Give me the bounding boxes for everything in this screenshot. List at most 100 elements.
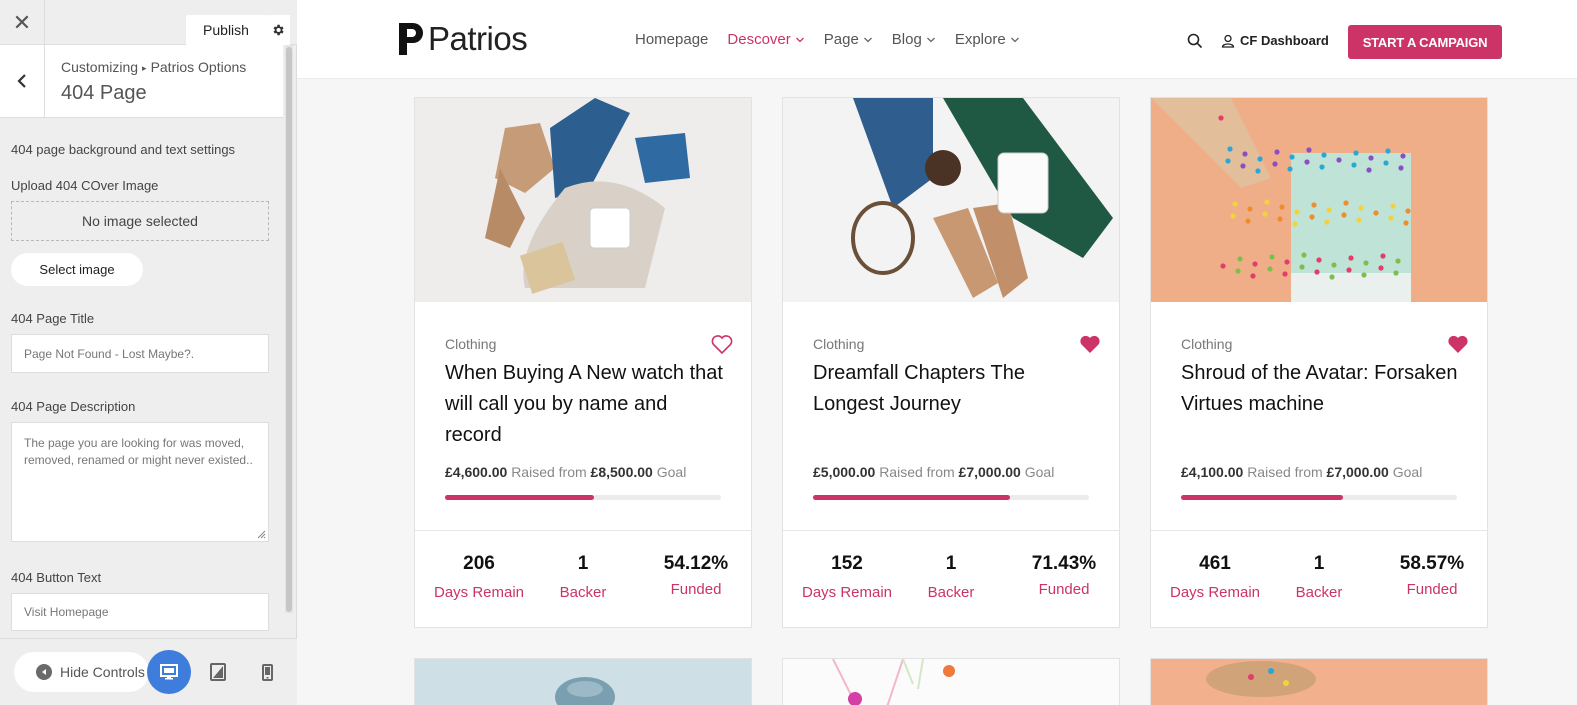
- campaign-image[interactable]: [1151, 98, 1487, 302]
- days-remain-label: Days Remain: [801, 584, 893, 601]
- funding-progress-bar: [445, 495, 721, 500]
- goal-amount: £7,000.00: [958, 464, 1021, 480]
- campaign-card[interactable]: Clothing Dreamfall Chapters The Longest J…: [782, 97, 1120, 628]
- heart-outline-icon[interactable]: [711, 334, 733, 354]
- raised-text: Raised from: [511, 464, 587, 480]
- stat-funded: 58.57% Funded: [1389, 553, 1475, 598]
- goal-amount: £7,000.00: [1326, 464, 1389, 480]
- campaign-category[interactable]: Clothing: [813, 336, 864, 352]
- campaign-image[interactable]: [415, 98, 751, 302]
- page-title-input[interactable]: Page Not Found - Lost Maybe?.: [11, 334, 269, 373]
- cf-dashboard-link[interactable]: CF Dashboard: [1221, 33, 1329, 48]
- preview-tablet-button[interactable]: [206, 660, 230, 684]
- card-divider: [415, 530, 751, 531]
- backers-value: 1: [945, 553, 957, 574]
- section-title: 404 Page: [61, 82, 147, 104]
- campaign-category[interactable]: Clothing: [1181, 336, 1232, 352]
- search-icon[interactable]: [1187, 33, 1203, 49]
- campaign-card-partial[interactable]: [414, 658, 752, 705]
- page-description-text: The page you are looking for was moved, …: [24, 436, 253, 467]
- stat-days-remain: 461 Days Remain: [1166, 553, 1264, 601]
- main-nav: Homepage Descover Page Blog Explore: [635, 31, 1039, 48]
- chevron-down-icon: [1010, 37, 1019, 42]
- campaign-title[interactable]: Dreamfall Chapters The Longest Journey: [813, 358, 1093, 420]
- nav-item-label: Descover: [727, 31, 791, 48]
- days-remain-value: 152: [831, 553, 863, 574]
- campaign-card[interactable]: Clothing Shroud of the Avatar: Forsaken V…: [1150, 97, 1488, 628]
- campaign-card-partial[interactable]: [1150, 658, 1488, 705]
- nav-item-label: Explore: [954, 31, 1006, 48]
- hide-controls-button[interactable]: Hide Controls: [14, 652, 149, 692]
- funded-label: Funded: [1038, 581, 1090, 598]
- site-header: Patrios Homepage Descover Page Blog Explore …: [297, 0, 1577, 79]
- breadcrumb-section: Patrios Options: [150, 59, 247, 75]
- raised-amount: £4,100.00: [1181, 464, 1244, 480]
- nav-item-homepage[interactable]: Homepage: [635, 31, 708, 48]
- select-image-button[interactable]: Select image: [11, 253, 143, 286]
- image-placeholder: No image selected: [11, 201, 269, 241]
- days-remain-value: 206: [463, 553, 495, 574]
- campaign-funding-summary: £4,600.00 Raised from £8,500.00 Goal: [445, 464, 686, 480]
- funding-progress-fill: [1181, 495, 1343, 500]
- backers-value: 1: [577, 553, 589, 574]
- backers-value: 1: [1313, 553, 1325, 574]
- stat-backers: 1 Backer: [911, 553, 991, 601]
- chevron-down-icon: [795, 37, 804, 42]
- site-preview: Patrios Homepage Descover Page Blog Explore …: [297, 0, 1577, 705]
- button-text-label: 404 Button Text: [11, 570, 102, 585]
- nav-item-label: Blog: [891, 31, 922, 48]
- button-text-input[interactable]: Visit Homepage: [11, 593, 269, 631]
- preview-desktop-button[interactable]: [147, 650, 191, 694]
- heart-filled-icon[interactable]: [1079, 334, 1101, 354]
- publish-button[interactable]: Publish: [186, 15, 266, 45]
- heart-filled-icon[interactable]: [1447, 334, 1469, 354]
- campaign-category[interactable]: Clothing: [445, 336, 496, 352]
- nav-item-explore[interactable]: Explore: [955, 31, 1020, 48]
- goal-text: Goal: [656, 464, 687, 480]
- campaign-title[interactable]: Shroud of the Avatar: Forsaken Virtues m…: [1181, 358, 1461, 420]
- campaign-card[interactable]: Clothing When Buying A New watch that wil…: [414, 97, 752, 628]
- campaign-image: [783, 659, 1119, 705]
- campaign-image: [1151, 659, 1487, 705]
- customizer-sidebar: ✕ Publish Customizing ▸ Patrios Options 40…: [0, 0, 297, 705]
- stat-days-remain: 152 Days Remain: [798, 553, 896, 601]
- funded-value: 58.57%: [1399, 553, 1465, 574]
- publish-settings-button[interactable]: [266, 15, 290, 45]
- mobile-icon: [261, 663, 273, 681]
- stat-funded: 54.12% Funded: [653, 553, 739, 598]
- chevron-left-icon: [17, 74, 26, 88]
- breadcrumb: Customizing ▸ Patrios Options: [61, 59, 246, 75]
- page-title-label: 404 Page Title: [11, 311, 95, 326]
- site-logo[interactable]: Patrios: [398, 20, 528, 58]
- resize-handle-icon[interactable]: [256, 529, 266, 539]
- sidebar-scrollbar-thumb[interactable]: [286, 47, 292, 612]
- goal-amount: £8,500.00: [590, 464, 653, 480]
- cf-dashboard-label: CF Dashboard: [1240, 33, 1329, 48]
- customizer-topbar: ✕ Publish: [0, 0, 297, 45]
- campaign-title[interactable]: When Buying A New watch that will call y…: [445, 358, 725, 451]
- days-remain-value: 461: [1199, 553, 1231, 574]
- start-campaign-button[interactable]: START A CAMPAIGN: [1348, 25, 1502, 59]
- chevron-down-icon: [863, 37, 872, 42]
- nav-item-descover[interactable]: Descover: [727, 31, 804, 48]
- goal-text: Goal: [1392, 464, 1423, 480]
- close-icon: ✕: [12, 9, 32, 35]
- campaign-funding-summary: £4,100.00 Raised from £7,000.00 Goal: [1181, 464, 1422, 480]
- campaign-image: [415, 659, 751, 705]
- back-button[interactable]: [0, 45, 45, 117]
- nav-item-page[interactable]: Page: [824, 31, 873, 48]
- close-customizer-button[interactable]: ✕: [0, 0, 45, 45]
- campaign-card-partial[interactable]: [782, 658, 1120, 705]
- campaign-image[interactable]: [783, 98, 1119, 302]
- preview-mobile-button[interactable]: [255, 660, 279, 684]
- nav-item-blog[interactable]: Blog: [892, 31, 936, 48]
- site-name: Patrios: [428, 20, 528, 57]
- user-icon: [1221, 34, 1235, 48]
- page-description-textarea[interactable]: The page you are looking for was moved, …: [11, 422, 269, 542]
- funding-progress-bar: [813, 495, 1089, 500]
- backers-label: Backer: [559, 584, 607, 601]
- funding-progress-bar: [1181, 495, 1457, 500]
- funded-label: Funded: [670, 581, 722, 598]
- stat-backers: 1 Backer: [543, 553, 623, 601]
- tablet-icon: [210, 663, 226, 681]
